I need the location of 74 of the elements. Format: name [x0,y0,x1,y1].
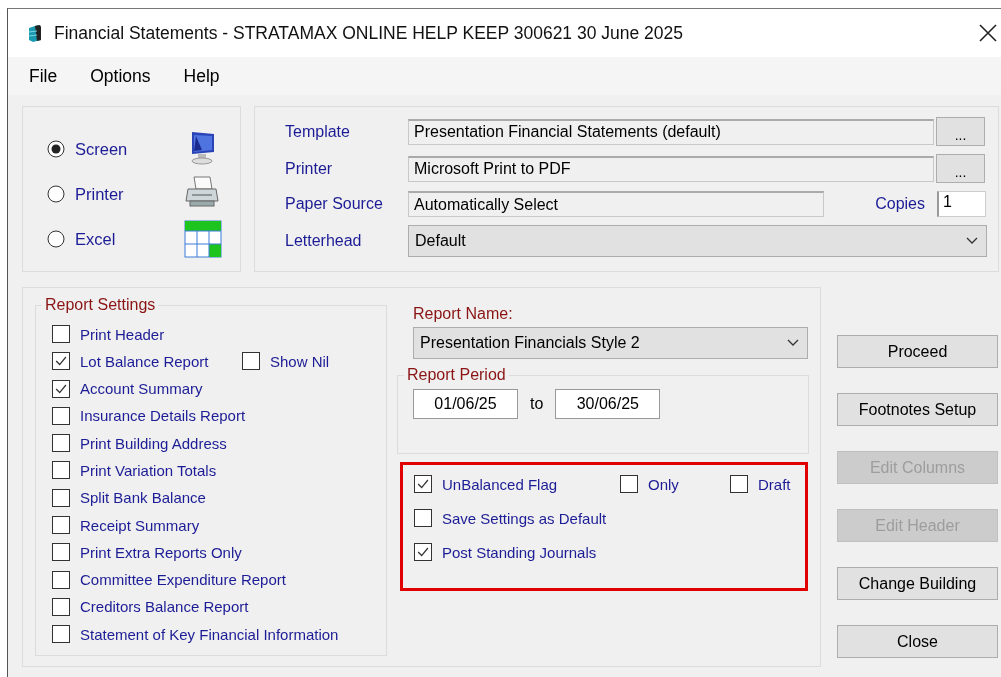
checkbox[interactable] [52,461,70,480]
checkbox-label: UnBalanced Flag [442,475,558,493]
checkbox[interactable] [52,379,70,398]
checkbox[interactable] [414,509,432,527]
app-icon [26,22,44,44]
checkbox-label: Save Settings as Default [442,509,607,527]
checkbox[interactable] [52,625,70,644]
checkbox-label: Print Extra Reports Only [80,543,242,561]
checkbox-label: Print Variation Totals [80,462,217,479]
field-label: Letterhead [285,232,362,250]
field-label: Copies [875,195,925,213]
menu-item[interactable]: Options [86,63,155,89]
checkbox-label: Draft [758,475,791,493]
field-label: Template [285,122,350,141]
action-button[interactable]: Footnotes Setup [837,393,998,426]
checkbox[interactable] [52,543,70,562]
radio-button[interactable] [47,185,65,203]
radio-button[interactable] [47,140,65,158]
checkbox[interactable] [52,516,70,535]
browse-button[interactable]: ... [936,154,985,183]
action-button[interactable]: Proceed [837,335,998,368]
spreadsheet-icon [183,220,222,258]
checkbox[interactable] [52,597,70,616]
radio-button[interactable] [47,230,65,248]
action-button[interactable]: Close [837,625,998,658]
checkbox[interactable] [52,434,70,453]
checkbox[interactable] [52,488,70,507]
dropdown[interactable]: Default [408,225,987,257]
checkbox[interactable] [52,570,70,589]
field-label: Paper Source [285,195,383,213]
action-button[interactable]: Change Building [837,567,998,600]
group-title: Report Period [404,366,509,384]
radio-label: Printer [75,184,124,204]
checkbox[interactable] [414,543,432,561]
field-label: Printer [285,159,333,178]
chevron-down-icon [787,339,799,347]
chevron-down-icon [966,237,978,245]
checkbox-label: Post Standing Journals [442,543,597,561]
checkbox-label: Insurance Details Report [80,407,246,425]
checkbox[interactable] [52,406,70,425]
radio-label: Excel [75,229,116,249]
checkbox[interactable] [242,352,260,371]
checkbox[interactable] [730,475,748,493]
browse-button[interactable]: ... [936,117,985,146]
field-label: Report Name: [413,305,513,323]
checkbox-label: Account Summary [80,380,203,398]
date-field[interactable]: 01/06/25 [413,389,518,419]
checkbox[interactable] [52,352,70,371]
date-field[interactable]: 30/06/25 [555,389,661,419]
checkbox-label: Statement of Key Financial Information [80,625,339,643]
text-field[interactable]: Automatically Select [408,191,824,217]
group-title: Report Settings [42,296,159,314]
close-icon[interactable] [979,24,997,42]
text-field[interactable]: Presentation Financial Statements (default) [408,118,934,145]
checkbox-label: Show Nil [270,352,330,370]
checkbox-label: Lot Balance Report [80,352,209,370]
copies-field[interactable]: 1 [937,191,986,217]
menu-item[interactable]: Help [179,63,224,89]
dropdown[interactable]: Presentation Financials Style 2 [413,327,808,359]
checkbox-label: Only [648,475,679,493]
window-title: Financial Statements - STRATAMAX ONLINE HELP KEEP 300621 30 June 2025 [54,22,685,44]
radio-label: Screen [75,139,128,159]
checkbox[interactable] [52,325,70,343]
range-separator: to [530,395,544,413]
checkbox-label: Creditors Balance Report [80,598,249,616]
text-field[interactable]: Microsoft Print to PDF [408,155,934,182]
checkbox-label: Print Building Address [80,434,227,452]
checkbox-label: Print Header [80,325,165,343]
checkbox-label: Committee Expenditure Report [80,571,286,589]
menu-item[interactable]: File [25,63,62,89]
checkbox-label: Receipt Summary [80,516,200,534]
checkbox[interactable] [620,475,638,493]
checkbox[interactable] [414,475,432,493]
checkbox-label: Split Bank Balance [80,489,206,507]
